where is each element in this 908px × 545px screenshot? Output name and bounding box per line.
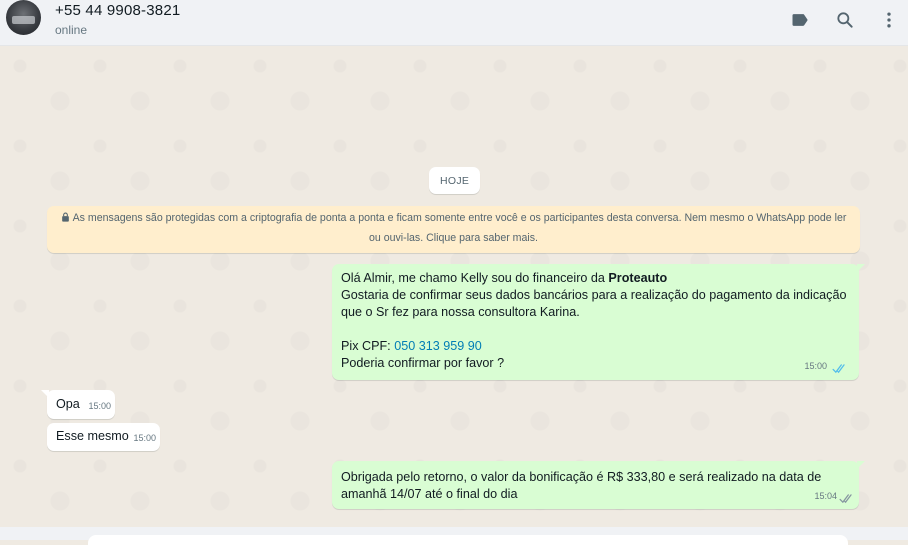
encryption-notice[interactable]: As mensagens são protegidas com a cripto… <box>47 206 860 253</box>
message-bubble-incoming[interactable]: Esse mesmo 15:00 <box>47 423 160 451</box>
menu-icon[interactable] <box>877 8 901 32</box>
message-text: Esse mesmo <box>56 429 129 443</box>
message-time: 15:00 <box>133 433 156 443</box>
message-text: Olá Almir, me chamo Kelly sou do finance… <box>341 271 847 370</box>
read-ticks-icon <box>832 364 845 374</box>
date-chip: HOJE <box>429 167 481 194</box>
message-input[interactable] <box>88 535 848 545</box>
company-name: Proteauto <box>608 271 668 285</box>
message-text: Obrigada pelo retorno, o valor da bonifi… <box>341 470 822 501</box>
chat-area[interactable]: HOJE As mensagens são protegidas com a c… <box>0 46 908 527</box>
contact-name[interactable]: +55 44 9908-3821 <box>55 2 180 19</box>
search-icon[interactable] <box>833 8 857 32</box>
cpf-link[interactable]: 050 313 959 90 <box>394 339 482 353</box>
message-time: 15:00 <box>88 401 111 411</box>
contact-avatar[interactable] <box>6 0 41 35</box>
message-time: 15:00 <box>804 361 827 371</box>
message-bubble-outgoing[interactable]: Obrigada pelo retorno, o valor da bonifi… <box>332 461 865 509</box>
encryption-notice-text: As mensagens são protegidas com a cripto… <box>72 212 847 244</box>
label-icon[interactable] <box>788 8 812 32</box>
delivered-ticks-icon <box>839 494 852 504</box>
lock-icon <box>61 212 69 222</box>
chat-header: +55 44 9908-3821 online <box>0 0 908 46</box>
message-time: 15:04 <box>814 491 837 501</box>
message-bubble-incoming[interactable]: Opa 15:00 <box>41 390 115 419</box>
contact-status: online <box>55 23 88 37</box>
message-bubble-outgoing[interactable]: Olá Almir, me chamo Kelly sou do finance… <box>332 264 865 380</box>
message-text: Opa <box>56 397 80 411</box>
